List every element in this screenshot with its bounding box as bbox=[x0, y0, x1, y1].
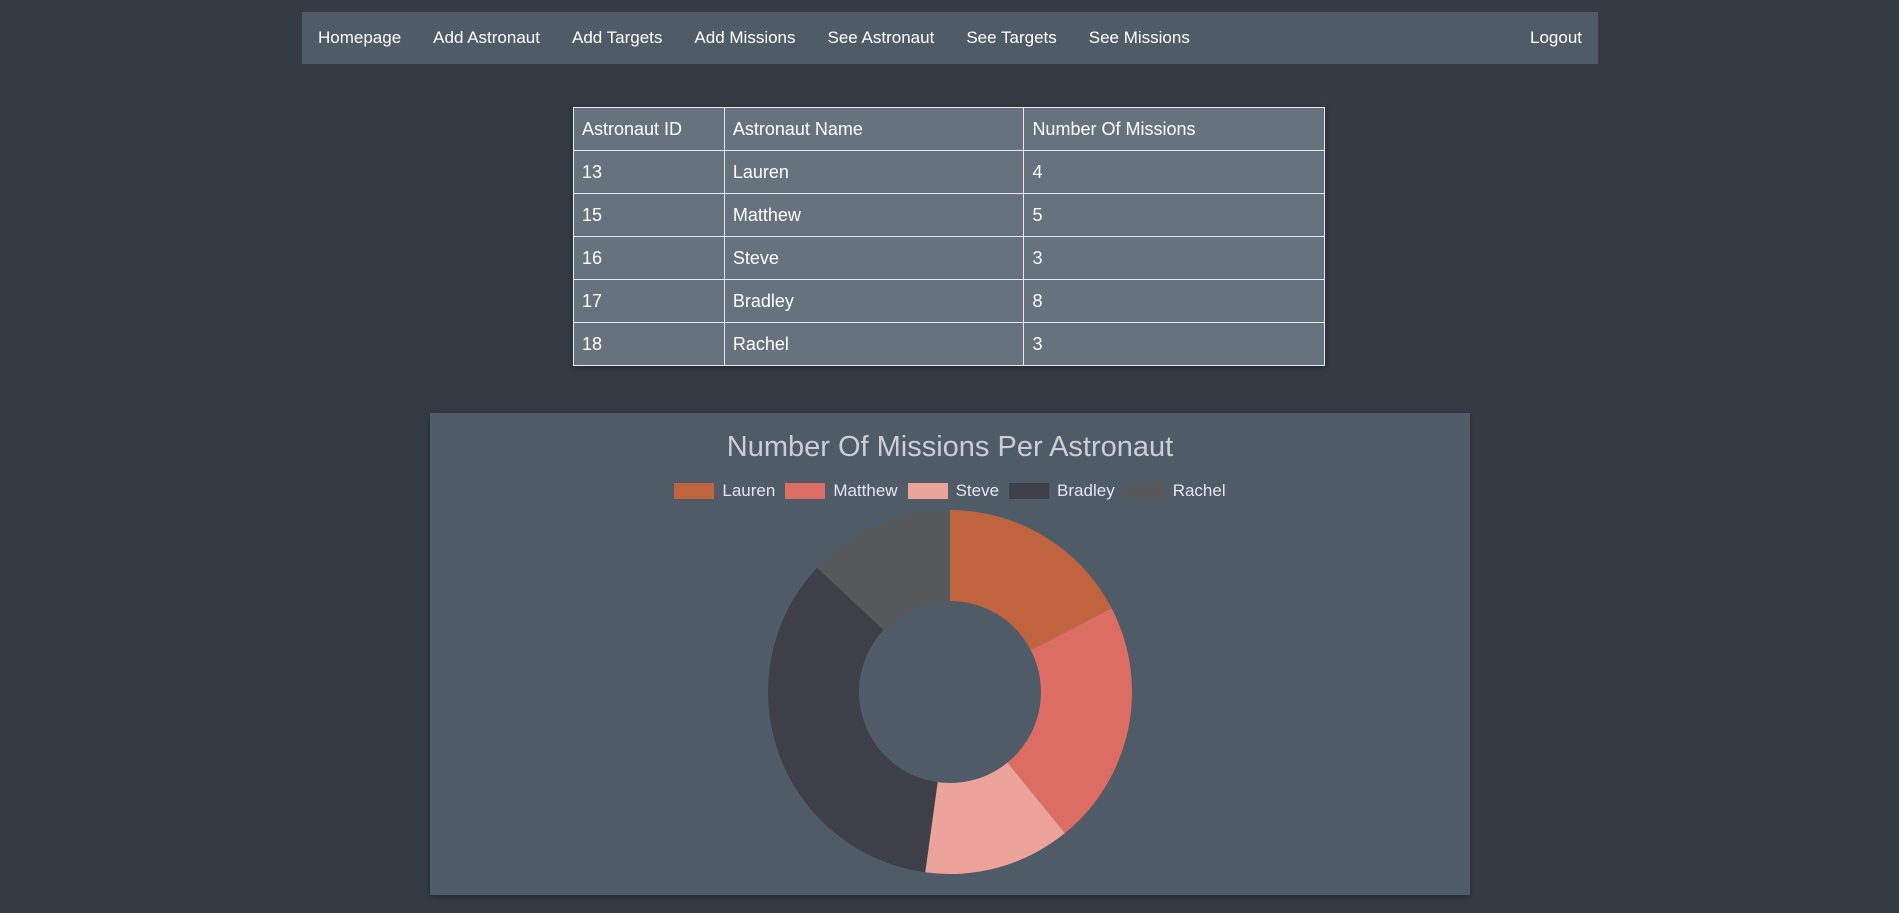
nav-link-see-astronaut[interactable]: See Astronaut bbox=[828, 28, 935, 48]
table-cell: Steve bbox=[723, 236, 1025, 280]
table-cell: 3 bbox=[1023, 322, 1325, 366]
column-header: Astronaut ID bbox=[573, 107, 725, 151]
nav-link-see-missions[interactable]: See Missions bbox=[1089, 28, 1190, 48]
table-row: 15 Matthew 5 bbox=[573, 193, 1325, 237]
table-cell: 15 bbox=[573, 193, 725, 237]
nav-link-homepage[interactable]: Homepage bbox=[318, 28, 401, 48]
table-cell: Bradley bbox=[723, 279, 1025, 323]
donut-chart bbox=[768, 510, 1132, 874]
donut-slice-bradley[interactable] bbox=[768, 567, 938, 873]
nav-link-add-missions[interactable]: Add Missions bbox=[694, 28, 795, 48]
column-header: Number Of Missions bbox=[1023, 107, 1325, 151]
nav-link-add-targets[interactable]: Add Targets bbox=[572, 28, 662, 48]
table-cell: 8 bbox=[1023, 279, 1325, 323]
table-cell: 13 bbox=[573, 150, 725, 194]
table-row: 13 Lauren 4 bbox=[573, 150, 1325, 194]
missions-chart-panel: Number Of Missions Per Astronaut Lauren M… bbox=[430, 413, 1470, 895]
table-cell: 3 bbox=[1023, 236, 1325, 280]
table-cell: 18 bbox=[573, 322, 725, 366]
table-cell: 16 bbox=[573, 236, 725, 280]
astronaut-table: Astronaut ID Astronaut Name Number Of Miss… bbox=[573, 107, 1325, 366]
table-row: 18 Rachel 3 bbox=[573, 322, 1325, 366]
table-cell: 5 bbox=[1023, 193, 1325, 237]
column-header: Astronaut Name bbox=[723, 107, 1025, 151]
table-body: 13 Lauren 4 15 Matthew 5 16 Steve 3 17 Bradley 8 18 R… bbox=[573, 150, 1325, 366]
nav-link-see-targets[interactable]: See Targets bbox=[966, 28, 1056, 48]
nav-links: Homepage Add Astronaut Add Targets Add Miss… bbox=[318, 28, 1530, 48]
table-cell: Lauren bbox=[723, 150, 1025, 194]
table-cell: Matthew bbox=[723, 193, 1025, 237]
table-header-row: Astronaut ID Astronaut Name Number Of Miss… bbox=[573, 107, 1325, 151]
astronaut-table-container: Astronaut ID Astronaut Name Number Of Miss… bbox=[573, 107, 1325, 366]
table-cell: Rachel bbox=[723, 322, 1025, 366]
logout-link[interactable]: Logout bbox=[1530, 28, 1582, 48]
top-navbar: Homepage Add Astronaut Add Targets Add Miss… bbox=[302, 12, 1598, 64]
table-row: 16 Steve 3 bbox=[573, 236, 1325, 280]
table-cell: 17 bbox=[573, 279, 725, 323]
table-cell: 4 bbox=[1023, 150, 1325, 194]
table-row: 17 Bradley 8 bbox=[573, 279, 1325, 323]
nav-link-add-astronaut[interactable]: Add Astronaut bbox=[433, 28, 540, 48]
